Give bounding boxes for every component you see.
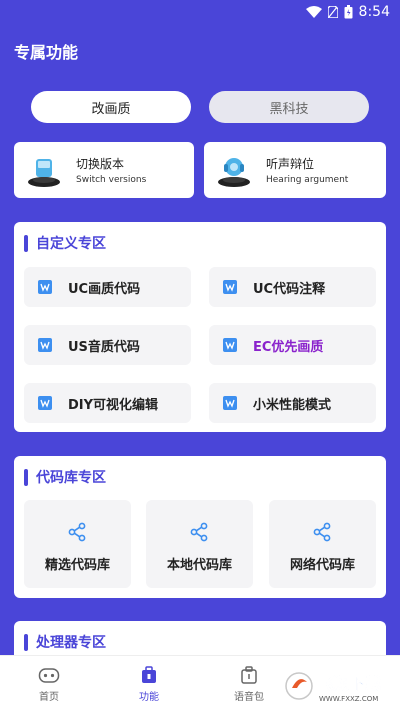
card-title: 切换版本: [76, 157, 125, 171]
item-label: UC画质代码: [68, 281, 141, 297]
item-label: DIY可视化编辑: [68, 397, 159, 413]
item-label: 本地代码库: [166, 558, 232, 573]
custom-section: 自定义专区 UC画质代码 UC代码注释 US音质代码 EC优先画质 DIY可视化…: [14, 222, 386, 432]
featured-library-item[interactable]: 精选代码库: [24, 500, 131, 588]
page-title: 专属功能: [14, 43, 79, 62]
nav-voice-pack[interactable]: 语音包: [219, 666, 279, 703]
tab-label: 改画质: [91, 101, 131, 117]
gamepad-icon: [38, 668, 60, 683]
section-marker: [24, 468, 28, 486]
diy-visual-editor-item[interactable]: DIY可视化编辑: [24, 383, 191, 423]
item-label: 网络代码库: [289, 558, 355, 573]
item-label: US音质代码: [68, 339, 140, 355]
battery-icon: [344, 5, 353, 19]
item-label: EC优先画质: [253, 339, 324, 355]
xiaomi-performance-item[interactable]: 小米性能模式: [209, 383, 376, 423]
share-icon: [313, 522, 331, 542]
card-subtitle: Switch versions: [76, 175, 147, 185]
local-library-item[interactable]: 本地代码库: [146, 500, 253, 588]
section-header: 自定义专区: [24, 233, 106, 253]
svg-text:WWW.FXXZ.COM: WWW.FXXZ.COM: [319, 695, 378, 703]
switch-version-icon: [28, 159, 60, 187]
section-header: 处理器专区: [24, 632, 106, 652]
document-icon: [38, 280, 52, 294]
svg-text:飞翔下载: 飞翔下载: [317, 674, 381, 693]
document-icon: [38, 396, 52, 410]
hearing-icon: [218, 158, 250, 187]
item-label: UC代码注释: [253, 281, 326, 297]
document-icon: [223, 396, 237, 410]
nav-home[interactable]: 首页: [19, 666, 79, 703]
section-header: 代码库专区: [24, 467, 106, 487]
hearing-card[interactable]: 听声辩位 Hearing argument: [204, 142, 386, 198]
tab-label: 黑科技: [269, 101, 309, 117]
card-title: 听声辩位: [266, 157, 315, 171]
share-icon: [190, 522, 208, 542]
item-label: 精选代码库: [44, 558, 110, 573]
wifi-icon: [305, 6, 322, 18]
card-subtitle: Hearing argument: [266, 175, 349, 185]
document-icon: [223, 280, 237, 294]
share-icon: [68, 522, 86, 542]
section-marker: [24, 633, 28, 651]
nav-label: 功能: [139, 692, 159, 703]
section-title: 自定义专区: [36, 236, 106, 252]
item-label: 小米性能模式: [253, 397, 332, 413]
briefcase-icon: [142, 666, 156, 683]
uc-code-comment-item[interactable]: UC代码注释: [209, 267, 376, 307]
network-library-item[interactable]: 网络代码库: [269, 500, 376, 588]
tab-black-tech[interactable]: 黑科技: [209, 91, 369, 123]
sim-icon: [327, 6, 338, 18]
section-marker: [24, 234, 28, 252]
package-icon: [241, 666, 257, 684]
tab-change-quality[interactable]: 改画质: [31, 91, 191, 123]
status-bar: 8:54: [0, 0, 400, 26]
uc-quality-code-item[interactable]: UC画质代码: [24, 267, 191, 307]
nav-label: 首页: [39, 692, 59, 703]
ec-priority-quality-item[interactable]: EC优先画质: [209, 325, 376, 365]
status-time: 8:54: [358, 4, 390, 20]
section-title: 处理器专区: [36, 635, 106, 651]
us-sound-code-item[interactable]: US音质代码: [24, 325, 191, 365]
code-library-section: 代码库专区 精选代码库 本地代码库 网络代码库: [14, 456, 386, 598]
nav-features[interactable]: 功能: [119, 666, 179, 703]
nav-label: 语音包: [234, 692, 264, 703]
section-title: 代码库专区: [36, 470, 106, 486]
document-icon: [223, 338, 237, 352]
watermark-logo: 飞翔下载 WWW.FXXZ.COM: [285, 672, 381, 703]
switch-version-card[interactable]: 切换版本 Switch versions: [14, 142, 194, 198]
document-icon: [38, 338, 52, 352]
